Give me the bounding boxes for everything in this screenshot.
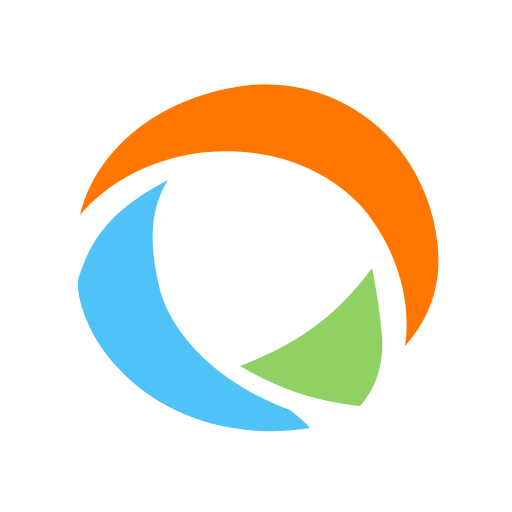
logo-canvas bbox=[0, 0, 512, 512]
blue-crescent-segment bbox=[77, 180, 310, 432]
swirl-logo-icon bbox=[77, 84, 439, 432]
green-crescent-segment bbox=[240, 268, 383, 406]
